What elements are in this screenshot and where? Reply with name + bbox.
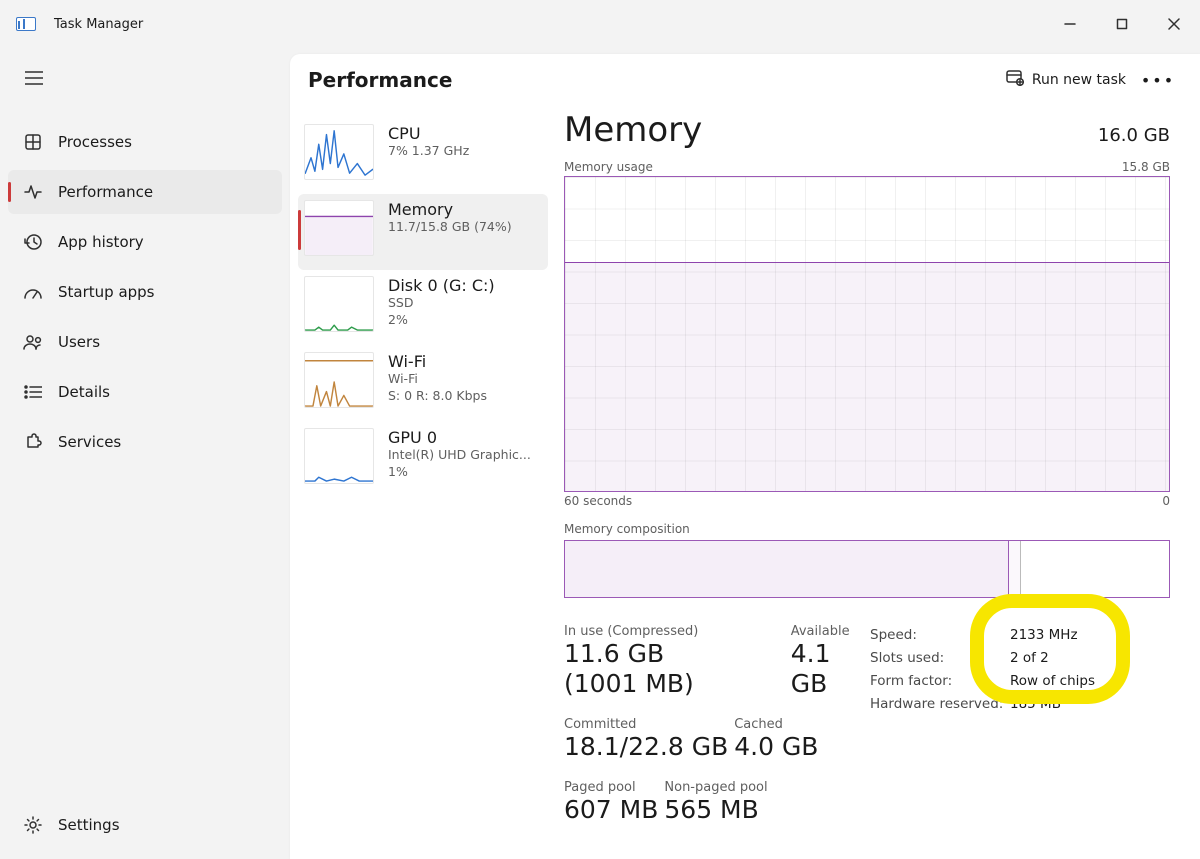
- memory-usage-chart: [564, 176, 1170, 492]
- sidebar-item-history[interactable]: App history: [8, 220, 282, 264]
- slots-value: 2 of 2: [1010, 647, 1049, 670]
- sidebar-item-label: Details: [58, 383, 110, 401]
- cached-value: 4.0 GB: [734, 732, 818, 762]
- page-title: Performance: [308, 68, 452, 92]
- committed-label: Committed: [564, 717, 728, 732]
- hw-key: Hardware reserved:: [870, 693, 1010, 716]
- composition-used-segment: [565, 541, 1009, 597]
- puzzle-icon: [18, 433, 48, 451]
- available-label: Available: [791, 624, 854, 639]
- available-value: 4.1 GB: [791, 639, 854, 699]
- users-icon: [18, 334, 48, 350]
- run-new-task-button[interactable]: Run new task: [996, 64, 1136, 96]
- titlebar: Task Manager: [0, 0, 1200, 48]
- nonpaged-value: 565 MB: [664, 795, 767, 825]
- xaxis-right: 0: [1162, 494, 1170, 508]
- slots-key: Slots used:: [870, 647, 1010, 670]
- sidebar-item-label: Performance: [58, 183, 153, 201]
- activity-icon: [18, 183, 48, 201]
- perf-item-title: CPU: [388, 124, 469, 143]
- perf-item-wifi[interactable]: Wi-Fi Wi-Fi S: 0 R: 8.0 Kbps: [298, 346, 548, 422]
- perf-item-title: Memory: [388, 200, 512, 219]
- perf-item-sub: 7% 1.37 GHz: [388, 143, 469, 160]
- sidebar-item-details[interactable]: Details: [8, 370, 282, 414]
- maximize-button[interactable]: [1096, 3, 1148, 45]
- sidebar-item-label: Services: [58, 433, 121, 451]
- speed-key: Speed:: [870, 624, 1010, 647]
- grid-icon: [18, 133, 48, 151]
- gauge-icon: [18, 284, 48, 300]
- sidebar-item-services[interactable]: Services: [8, 420, 282, 464]
- window-title: Task Manager: [54, 17, 143, 32]
- gpu-thumbnail-chart: [304, 428, 374, 484]
- gear-icon: [18, 816, 48, 834]
- minimize-button[interactable]: [1044, 3, 1096, 45]
- sidebar-item-settings[interactable]: Settings: [8, 803, 282, 847]
- memory-composition-bar: [564, 540, 1170, 598]
- detail-title: Memory: [564, 110, 702, 150]
- composition-label: Memory composition: [564, 522, 1170, 536]
- perf-item-title: Disk 0 (G: C:): [388, 276, 495, 295]
- perf-item-sub: 11.7/15.8 GB (74%): [388, 219, 512, 236]
- cached-label: Cached: [734, 717, 818, 732]
- window-plus-icon: [1006, 70, 1024, 90]
- sidebar: Processes Performance App history Startu…: [0, 48, 290, 859]
- disk-thumbnail-chart: [304, 276, 374, 332]
- usage-chart-max: 15.8 GB: [1122, 160, 1170, 174]
- perf-item-sub: Intel(R) UHD Graphic...: [388, 447, 531, 464]
- inuse-value: 11.6 GB (1001 MB): [564, 639, 743, 699]
- cpu-thumbnail-chart: [304, 124, 374, 180]
- sidebar-item-label: App history: [58, 233, 144, 251]
- list-icon: [18, 385, 48, 399]
- more-options-button[interactable]: •••: [1136, 71, 1180, 90]
- inuse-label: In use (Compressed): [564, 624, 743, 639]
- memory-capacity: 16.0 GB: [1098, 125, 1170, 146]
- wifi-thumbnail-chart: [304, 352, 374, 408]
- hw-value: 185 MB: [1010, 693, 1061, 716]
- paged-value: 607 MB: [564, 795, 658, 825]
- perf-item-sub: Wi-Fi: [388, 371, 487, 388]
- perf-item-memory[interactable]: Memory 11.7/15.8 GB (74%): [298, 194, 548, 270]
- perf-item-sub2: 2%: [388, 312, 495, 329]
- close-button[interactable]: [1148, 3, 1200, 45]
- sidebar-item-label: Startup apps: [58, 283, 155, 301]
- history-icon: [18, 233, 48, 251]
- usage-chart-label: Memory usage: [564, 160, 653, 174]
- form-key: Form factor:: [870, 670, 1010, 693]
- sidebar-item-startup[interactable]: Startup apps: [8, 270, 282, 314]
- sidebar-item-label: Processes: [58, 133, 132, 151]
- perf-item-title: GPU 0: [388, 428, 531, 447]
- nonpaged-label: Non-paged pool: [664, 780, 767, 795]
- perf-item-cpu[interactable]: CPU 7% 1.37 GHz: [298, 118, 548, 194]
- main-panel: Performance Run new task ••• CPU 7% 1.: [290, 54, 1200, 859]
- sidebar-item-performance[interactable]: Performance: [8, 170, 282, 214]
- composition-modified-segment: [1009, 541, 1021, 597]
- perf-item-disk[interactable]: Disk 0 (G: C:) SSD 2%: [298, 270, 548, 346]
- memory-detail-pane: Memory 16.0 GB Memory usage 15.8 GB 60 s…: [556, 106, 1200, 859]
- performance-resource-list: CPU 7% 1.37 GHz Memory 11.7/15.8 GB (74%…: [290, 106, 556, 859]
- memory-thumbnail-chart: [304, 200, 374, 256]
- perf-item-title: Wi-Fi: [388, 352, 487, 371]
- app-icon: [16, 17, 36, 31]
- sidebar-item-label: Users: [58, 333, 100, 351]
- xaxis-left: 60 seconds: [564, 494, 632, 508]
- sidebar-item-users[interactable]: Users: [8, 320, 282, 364]
- perf-item-sub2: S: 0 R: 8.0 Kbps: [388, 388, 487, 405]
- sidebar-item-processes[interactable]: Processes: [8, 120, 282, 164]
- perf-item-gpu[interactable]: GPU 0 Intel(R) UHD Graphic... 1%: [298, 422, 548, 498]
- perf-item-sub: SSD: [388, 295, 495, 312]
- sidebar-item-label: Settings: [58, 816, 120, 834]
- speed-value: 2133 MHz: [1010, 624, 1078, 647]
- hamburger-button[interactable]: [10, 54, 58, 102]
- run-new-task-label: Run new task: [1032, 72, 1126, 88]
- perf-item-sub2: 1%: [388, 464, 531, 481]
- form-value: Row of chips: [1010, 670, 1095, 693]
- paged-label: Paged pool: [564, 780, 658, 795]
- committed-value: 18.1/22.8 GB: [564, 732, 728, 762]
